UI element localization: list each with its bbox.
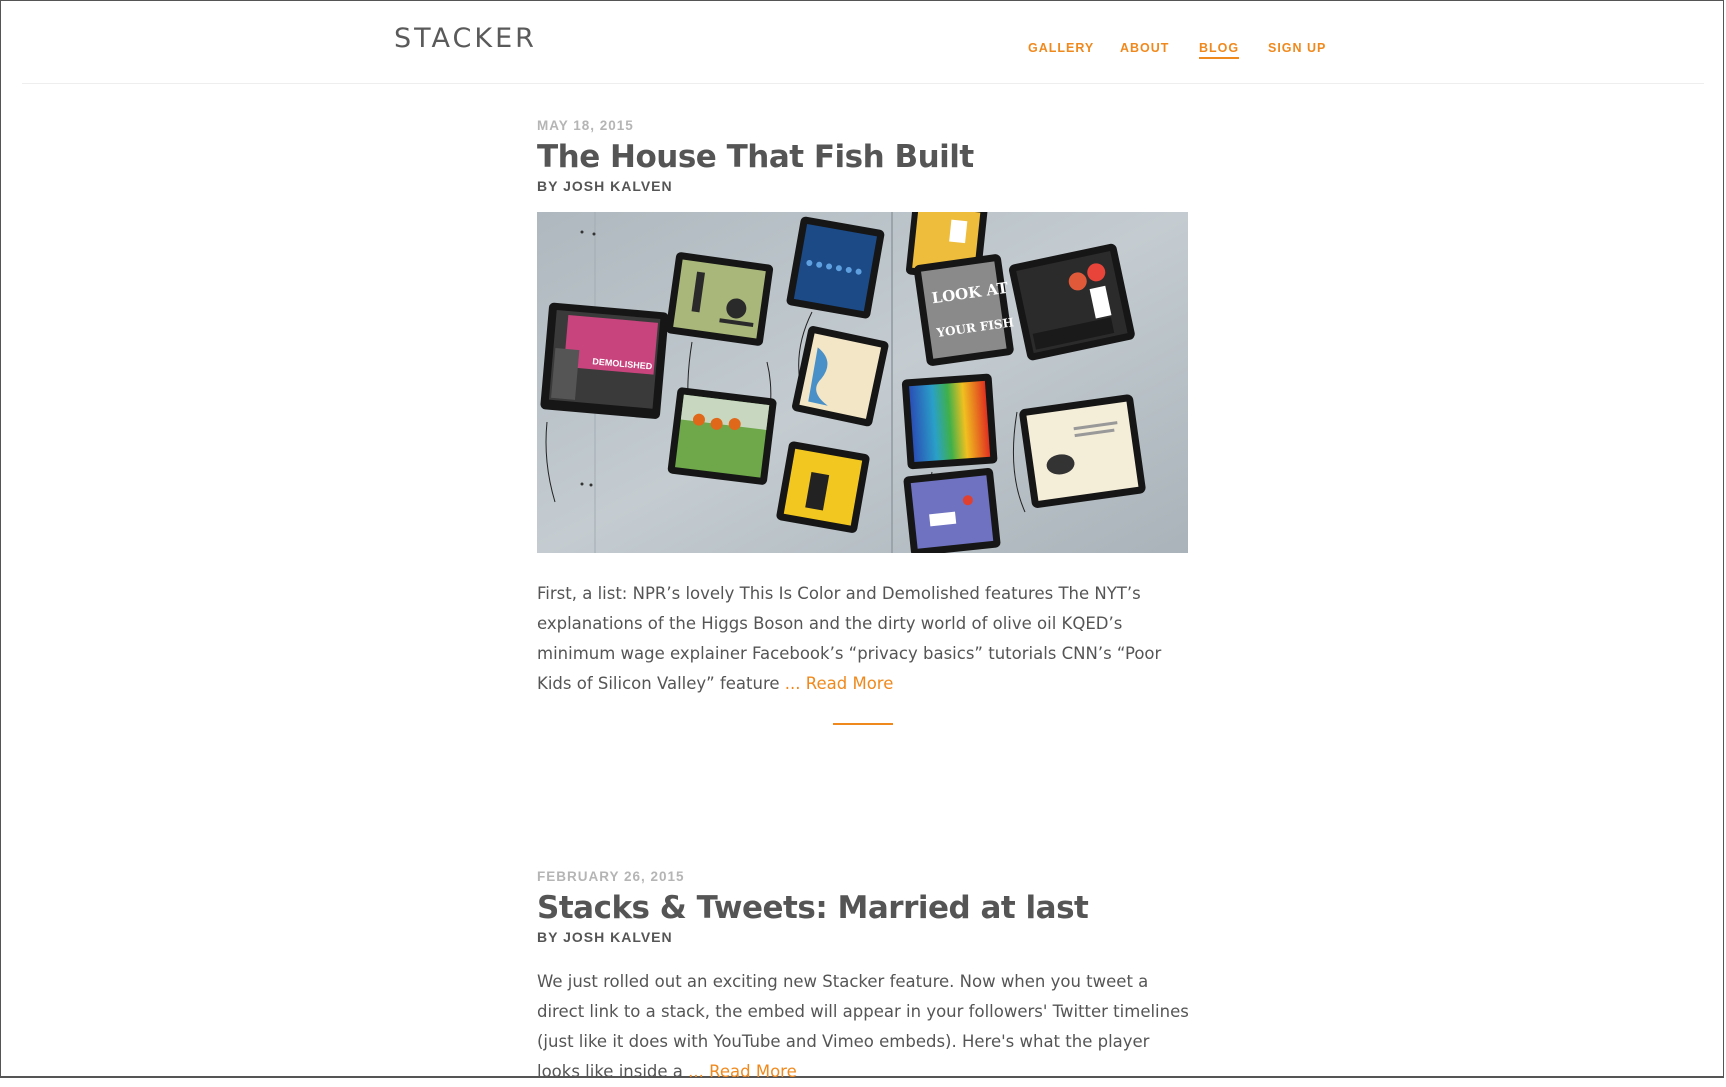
post-title: The House That Fish Built [537, 137, 1189, 177]
nav-gallery[interactable]: GALLERY [1028, 41, 1094, 55]
post-excerpt: We just rolled out an exciting new Stack… [537, 967, 1189, 1087]
post-author: BY JOSH KALVEN [537, 929, 673, 945]
tablet-plate [1019, 394, 1146, 508]
tablet-yellow-room [776, 441, 870, 533]
post-title-link[interactable]: The House That Fish Built [537, 139, 974, 175]
nav-sign-up[interactable]: SIGN UP [1268, 41, 1326, 55]
tablet-look-at-your-fish: LOOK AT YOUR FISH [913, 254, 1015, 366]
read-more-link[interactable]: ... Read More [688, 1062, 797, 1081]
blog-post: FEBRUARY 26, 2015 Stacks & Tweets: Marri… [537, 869, 1189, 1087]
tablet-demolished: DEMOLISHED [540, 302, 669, 419]
post-title-link[interactable]: Stacks & Tweets: Married at last [537, 890, 1089, 926]
post-excerpt-text: We just rolled out an exciting new Stack… [537, 972, 1189, 1081]
tablet-bus [903, 468, 1001, 553]
tablet-quiz [786, 216, 885, 319]
nav-blog[interactable]: BLOG [1199, 41, 1240, 59]
post-author: BY JOSH KALVEN [537, 178, 673, 194]
tablet-tower [665, 252, 774, 346]
post-title: Stacks & Tweets: Married at last [537, 888, 1189, 928]
tablet-this-is-color [901, 373, 998, 470]
post-divider [833, 723, 893, 725]
post-excerpt: First, a list: NPR’s lovely This Is Colo… [537, 579, 1189, 699]
post-date: FEBRUARY 26, 2015 [537, 869, 685, 884]
post-date: MAY 18, 2015 [537, 118, 634, 133]
blog-post: MAY 18, 2015 The House That Fish Built B… [537, 118, 1189, 725]
nav-about[interactable]: ABOUT [1120, 41, 1169, 55]
tablet-field [667, 387, 777, 485]
main-nav: GALLERY ABOUT BLOG SIGN UP [22, 41, 1704, 61]
site-header: STACKER GALLERY ABOUT BLOG SIGN UP [22, 0, 1704, 84]
post-hero-image[interactable]: DEMOLISHED LOOK AT YOUR FISH [537, 212, 1188, 553]
read-more-link[interactable]: ... Read More [785, 674, 894, 693]
